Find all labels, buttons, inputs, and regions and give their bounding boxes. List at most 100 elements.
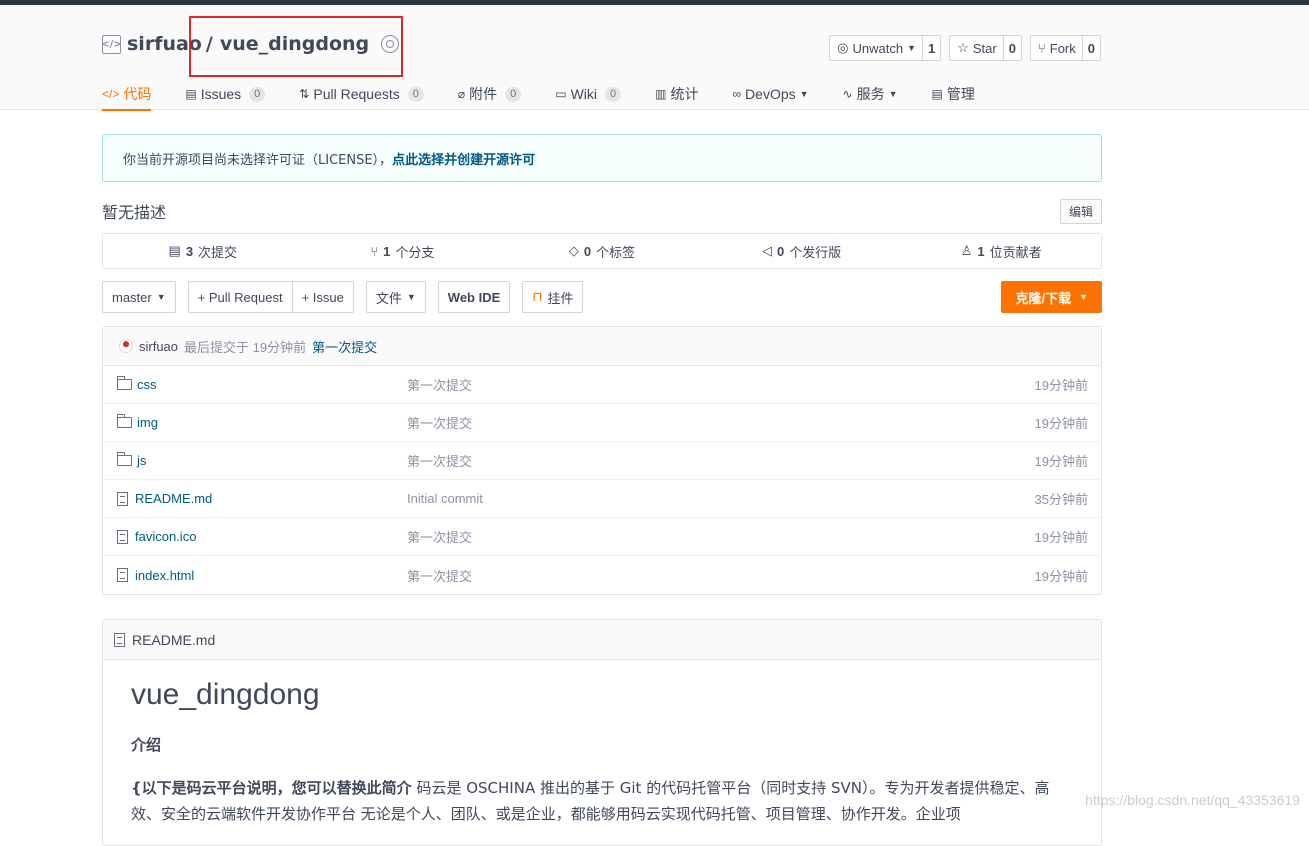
chevron-down-icon: ▼ [406, 292, 416, 302]
repo-stats-bar: ▤ 3 次提交 ⑂ 1 个分支 ◇ 0 个标签 ◁ 0 个发行版 ♙ 1 位贡献者 [102, 233, 1102, 269]
table-row[interactable]: favicon.ico 第一次提交 19分钟前 [103, 518, 1101, 556]
new-issue-button[interactable]: + Issue [291, 281, 354, 313]
repo-header: </> sirfuao / vue_dingdong ◎ Unwatch ▼ 1 ☆… [0, 5, 1309, 111]
tab-count: 0 [407, 86, 424, 102]
fork-count[interactable]: 0 [1081, 36, 1100, 60]
file-name[interactable]: img [137, 415, 158, 430]
file-time: 19分钟前 [1034, 530, 1088, 545]
tab-service[interactable]: ∿ 服务 ▼ [843, 80, 898, 108]
file-commit-message[interactable]: 第一次提交 [407, 566, 991, 585]
stat-releases[interactable]: ◁ 0 个发行版 [702, 242, 902, 261]
chevron-down-icon: ▼ [1079, 292, 1088, 302]
file-icon [117, 568, 128, 582]
tab-wiki[interactable]: ▭ Wiki 0 [555, 80, 622, 108]
file-name[interactable]: js [137, 453, 146, 468]
file-name[interactable]: README.md [135, 491, 212, 506]
file-time: 35分钟前 [1034, 492, 1088, 507]
branch-name: master [112, 289, 152, 305]
fork-button[interactable]: ⑂ Fork 0 [1029, 35, 1101, 61]
attachment-icon: ⌀ [457, 87, 466, 101]
tab-manage[interactable]: ▤ 管理 [932, 80, 975, 108]
star-icon: ☆ [957, 40, 969, 55]
tab-stats[interactable]: ▥ 统计 [655, 80, 698, 108]
tab-label: Pull Requests [313, 86, 400, 102]
unwatch-button[interactable]: ◎ Unwatch ▼ 1 [829, 35, 942, 61]
clone-download-button[interactable]: 克隆/下载 ▼ [1001, 281, 1102, 313]
web-ide-button[interactable]: Web IDE [437, 281, 511, 313]
tab-label: Issues [200, 86, 242, 102]
stat-number: 1 [383, 243, 391, 259]
table-row[interactable]: index.html 第一次提交 19分钟前 [103, 556, 1101, 594]
stat-label: 次提交 [198, 244, 238, 260]
stat-label: 个分支 [395, 244, 435, 260]
tag-icon: ◇ [568, 243, 579, 258]
tab-count: 0 [605, 86, 622, 102]
branch-icon: ⑂ [370, 243, 379, 259]
tab-label: 代码 [123, 86, 152, 102]
stat-branches[interactable]: ⑂ 1 个分支 [303, 242, 503, 261]
repo-code-icon: </> [101, 34, 122, 54]
file-name[interactable]: favicon.ico [135, 529, 196, 544]
readme-filename: README.md [132, 631, 216, 648]
file-commit-message[interactable]: 第一次提交 [407, 375, 991, 394]
chevron-down-icon: ▼ [799, 89, 809, 99]
branch-select[interactable]: master ▼ [102, 281, 176, 313]
table-row[interactable]: css 第一次提交 19分钟前 [103, 366, 1101, 404]
stat-contributors[interactable]: ♙ 1 位贡献者 [901, 242, 1101, 261]
last-commit-bar: sirfuao 最后提交于 19分钟前 第一次提交 [103, 327, 1101, 366]
star-count[interactable]: 0 [1002, 36, 1021, 60]
stat-tags[interactable]: ◇ 0 个标签 [502, 242, 702, 261]
stat-commits[interactable]: ▤ 3 次提交 [103, 242, 303, 261]
tab-code[interactable]: </> 代码 [102, 80, 152, 111]
watch-count[interactable]: 1 [921, 36, 940, 60]
table-row[interactable]: img 第一次提交 19分钟前 [103, 404, 1101, 442]
new-pull-request-button[interactable]: + Pull Request [187, 281, 292, 313]
file-commit-message[interactable]: 第一次提交 [407, 451, 991, 470]
stat-number: 0 [583, 243, 592, 259]
devops-icon: ∞ [732, 87, 742, 101]
stat-label: 位贡献者 [989, 244, 1042, 260]
file-commit-message[interactable]: 第一次提交 [407, 527, 991, 546]
tab-label: Wiki [570, 86, 598, 102]
tab-devops[interactable]: ∞ DevOps ▼ [732, 80, 808, 108]
main-content: 你当前开源项目尚未选择许可证（LICENSE）， 点此选择并创建开源许可 暂无描… [102, 134, 1102, 846]
service-icon: ∿ [842, 87, 853, 101]
readme-header: README.md [103, 620, 1101, 660]
unwatch-label: Unwatch [852, 40, 904, 56]
readme-section-heading: 介绍 [131, 736, 162, 754]
tab-label: 统计 [670, 86, 699, 102]
file-icon [117, 529, 128, 544]
tab-pull-requests[interactable]: ⇅ Pull Requests 0 [299, 80, 424, 108]
fork-label: Fork [1049, 40, 1076, 56]
wiki-icon: ▭ [555, 87, 567, 101]
file-commit-message[interactable]: Initial commit [407, 491, 991, 506]
stat-label: 个发行版 [789, 244, 842, 260]
repo-owner-link[interactable]: sirfuao [127, 33, 202, 55]
clone-label: 克隆/下载 [1015, 290, 1072, 306]
readme-bold-text: {以下是码云平台说明，您可以替换此简介 [131, 779, 412, 797]
choose-license-link[interactable]: 点此选择并创建开源许可 [392, 149, 535, 168]
edit-description-button[interactable]: 编辑 [1059, 198, 1102, 224]
file-name[interactable]: index.html [135, 568, 194, 583]
repo-tabs: </> 代码 ▤ Issues 0 ⇅ Pull Requests 0 ⌀ 附件 0 ▭ Wik… [102, 80, 1009, 111]
repo-name-link[interactable]: vue_dingdong [220, 33, 369, 55]
pin-label: 挂件 [547, 290, 574, 306]
star-button[interactable]: ☆ Star 0 [949, 35, 1022, 61]
file-name[interactable]: css [137, 377, 157, 392]
tab-label: 服务 [856, 86, 885, 102]
avatar[interactable] [119, 339, 133, 353]
table-row[interactable]: js 第一次提交 19分钟前 [103, 442, 1101, 480]
commit-message-link[interactable]: 第一次提交 [312, 337, 377, 356]
release-icon: ◁ [761, 243, 772, 258]
pin-widget-button[interactable]: ⊓ 挂件 [522, 281, 584, 313]
recommend-badge-icon[interactable] [381, 35, 400, 53]
table-row[interactable]: README.md Initial commit 35分钟前 [103, 480, 1101, 518]
file-commit-message[interactable]: 第一次提交 [407, 413, 991, 432]
file-menu-button[interactable]: 文件 ▼ [365, 281, 426, 313]
chevron-down-icon: ▼ [907, 43, 916, 53]
commit-author[interactable]: sirfuao [139, 339, 178, 354]
repo-actions: ◎ Unwatch ▼ 1 ☆ Star 0 ⑂ Fork 0 [829, 35, 1101, 61]
tab-issues[interactable]: ▤ Issues 0 [185, 80, 266, 108]
tab-attachments[interactable]: ⌀ 附件 0 [457, 80, 522, 108]
repo-description: 暂无描述 [102, 203, 167, 222]
